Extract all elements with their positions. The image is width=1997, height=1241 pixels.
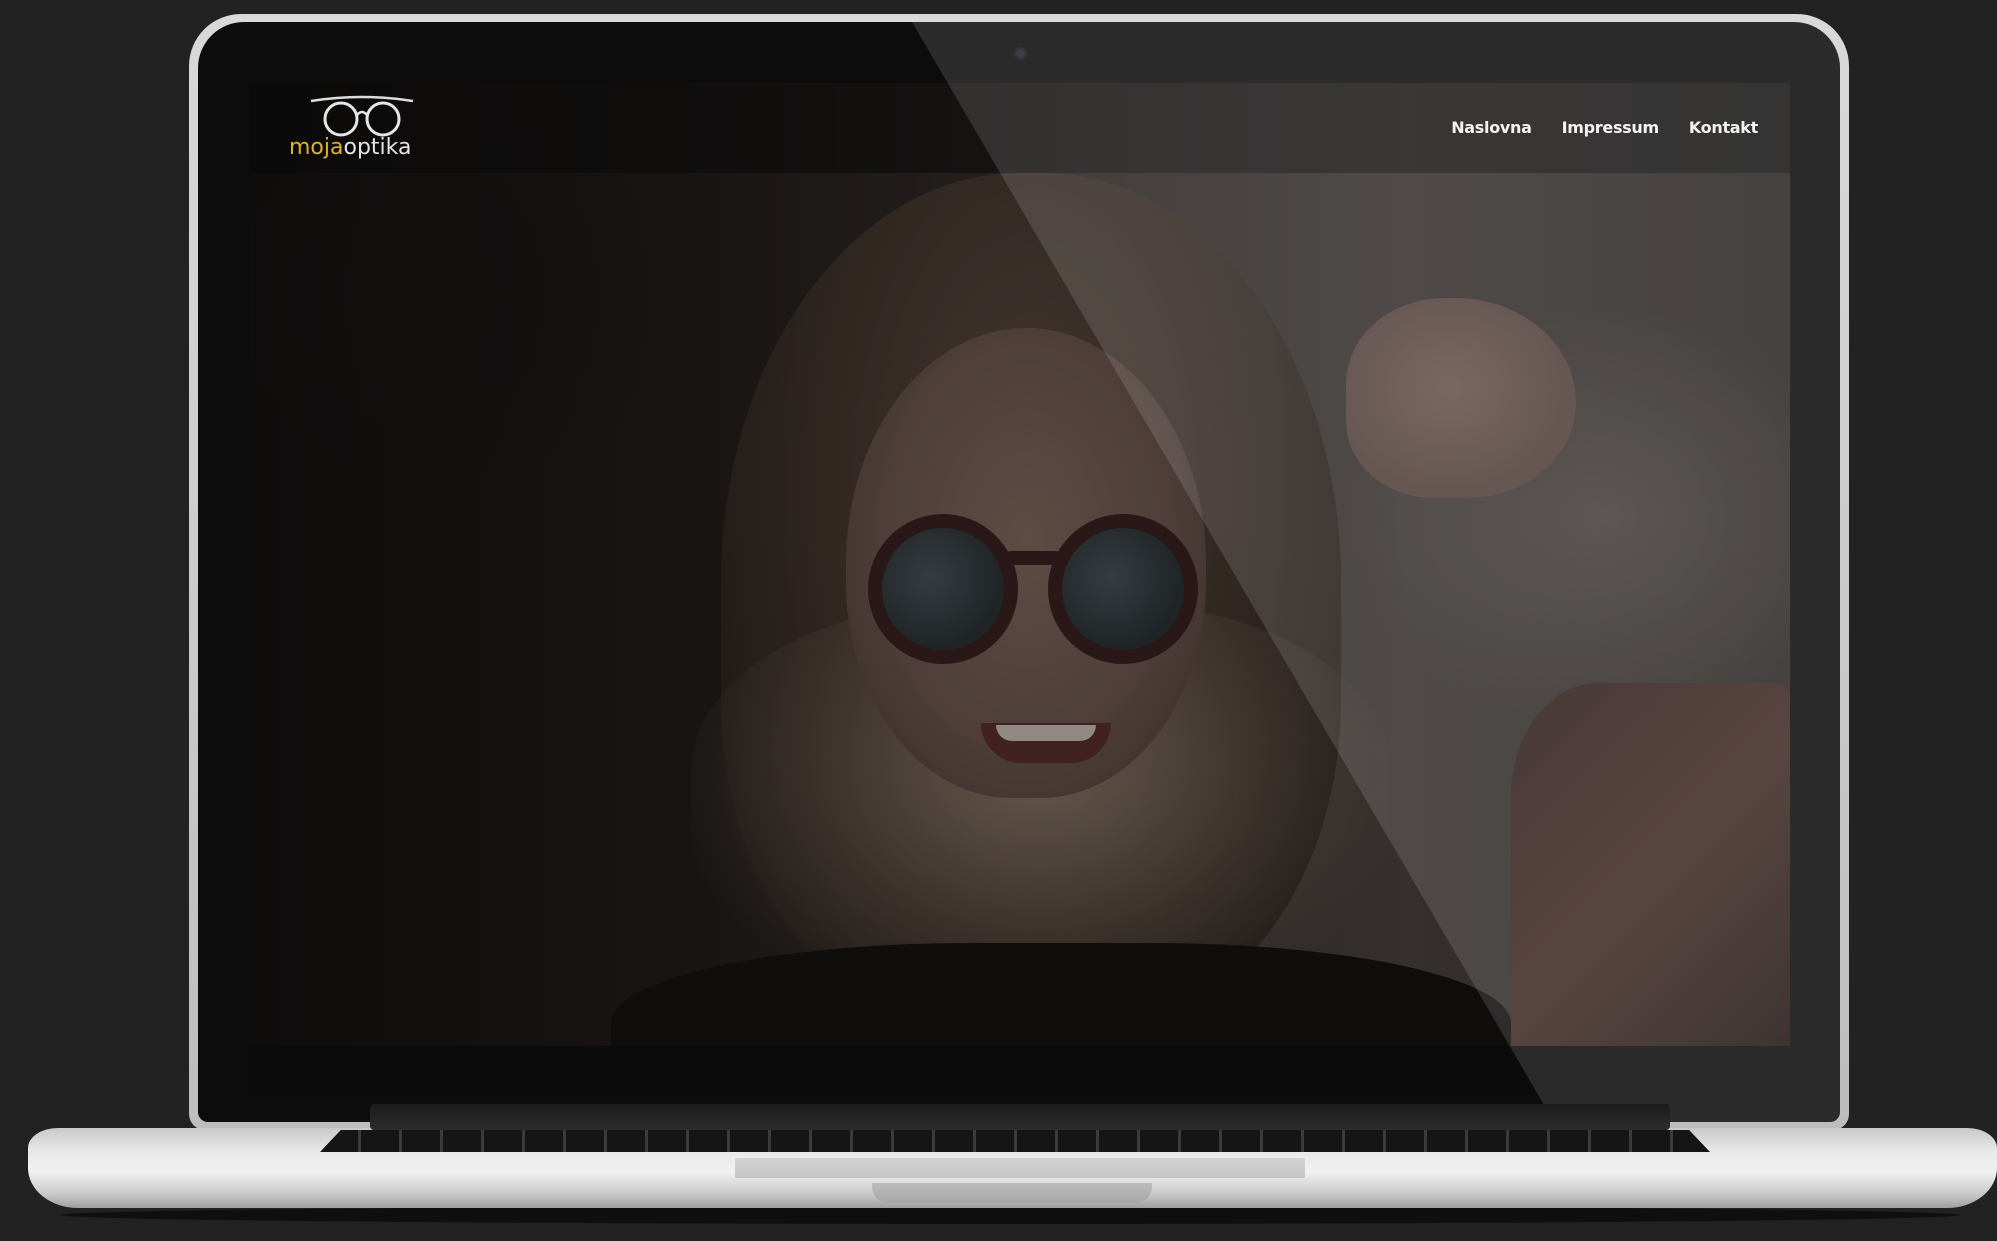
laptop-screen: mojaoptika Naslovna Impressum Kontakt <box>251 83 1790 1046</box>
hero-overlay <box>251 83 1790 1046</box>
camera-icon <box>1016 49 1025 58</box>
laptop-opening-notch <box>872 1183 1152 1203</box>
nav-item-naslovna[interactable]: Naslovna <box>1451 118 1532 137</box>
logo-text-part2: optika <box>343 135 412 160</box>
site-header: mojaoptika Naslovna Impressum Kontakt <box>251 83 1790 173</box>
device-mockup: mojaoptika Naslovna Impressum Kontakt <box>0 0 1997 1241</box>
main-nav: Naslovna Impressum Kontakt <box>1451 118 1758 137</box>
site-logo[interactable]: mojaoptika <box>289 95 439 165</box>
logo-text: mojaoptika <box>289 135 411 160</box>
hero-image <box>251 83 1790 1046</box>
nav-item-impressum[interactable]: Impressum <box>1562 118 1660 137</box>
laptop-chin <box>251 1046 1790 1096</box>
nav-item-kontakt[interactable]: Kontakt <box>1689 118 1758 137</box>
laptop-trackpad <box>735 1158 1305 1178</box>
laptop-shadow <box>60 1206 1960 1224</box>
laptop-hinge <box>370 1104 1670 1130</box>
logo-text-part1: moja <box>289 135 344 160</box>
laptop-keyboard <box>320 1130 1710 1152</box>
